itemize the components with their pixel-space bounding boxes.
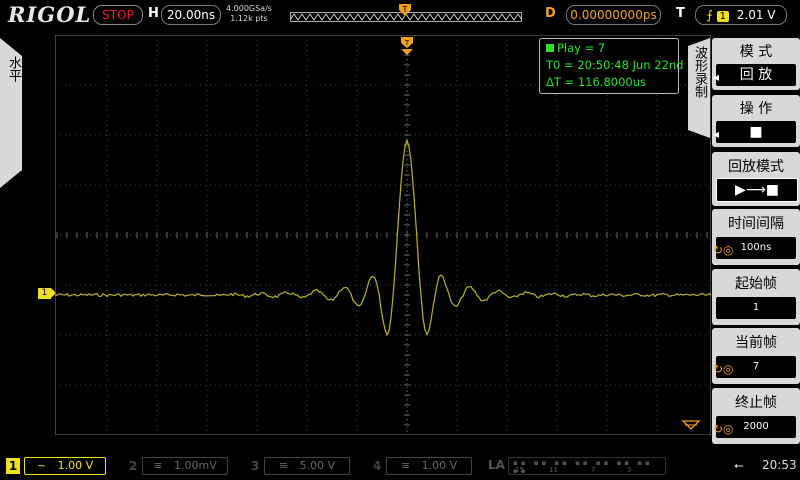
delay-label: D <box>545 6 556 21</box>
trigger-position-marker-top: T <box>399 4 411 16</box>
mode-value: 回 放 <box>739 67 773 83</box>
stop-square-icon: ■ <box>749 124 763 140</box>
playback-mode-value-box: ▶⟶■ <box>716 178 798 202</box>
playback-mode-label: 回放模式 <box>728 159 784 175</box>
waveform-record-menu-title: 波形录制 <box>688 38 710 138</box>
la-tick-15: 15 <box>515 466 524 474</box>
current-frame-value: 7 <box>752 361 760 372</box>
dc-coupling-icon: ≡ <box>400 459 411 472</box>
la-tick-11: 11 <box>549 466 558 474</box>
menu-start-frame-button[interactable]: 起始帧 1 <box>712 269 800 325</box>
channel-3-button[interactable]: 3 <box>248 458 262 474</box>
horizontal-label: H <box>148 6 159 21</box>
timebase-value[interactable]: 20.00ns <box>161 5 221 25</box>
run-stop-status[interactable]: STOP <box>93 5 143 25</box>
playback-info-box: Play = 7 T0 = 20:50:48 Jun 22nd ΔT = 116… <box>539 38 683 94</box>
menu-current-frame-button[interactable]: 当前帧 ↻◎ 7 <box>712 328 800 384</box>
la-tick-7: 7 <box>591 466 596 474</box>
trigger-source: 1 <box>716 11 729 22</box>
svg-text:T: T <box>402 5 408 14</box>
operate-label: 操 作 <box>739 101 773 117</box>
channel-4-button[interactable]: 4 <box>370 458 384 474</box>
arrow-left-icon: ◂ <box>713 127 720 141</box>
la-tick-3: 3 <box>627 466 632 474</box>
dc-coupling-icon: ≡ <box>278 459 289 472</box>
logic-analyzer-label[interactable]: LA <box>488 458 505 472</box>
logic-analyzer-channels[interactable]: ▪▪ ▪▪ ▪▪ ▪▪ ▪▪ ▪▪ ▪▪ ▪▪ 15 11 7 3 <box>508 457 666 475</box>
horizontal-menu-tab[interactable]: 水平 <box>0 38 22 188</box>
end-frame-value: 2000 <box>743 421 769 432</box>
play-once-icon: ▶⟶■ <box>734 182 780 198</box>
acquisition-info: 4.000GSa/s 1.12k pts <box>226 4 272 24</box>
svg-text:T: T <box>404 39 410 47</box>
trigger-label: T <box>676 6 685 21</box>
current-frame-value-box: ↻◎ 7 <box>713 356 796 378</box>
sample-rate: 4.000GSa/s <box>226 4 272 13</box>
play-frame-line: Play = 7 <box>546 41 605 55</box>
rotary-knob-icon: ↻◎ <box>713 362 734 376</box>
mode-value-box: ◂ 回 放 <box>713 64 796 86</box>
play-frame: Play = 7 <box>557 41 606 55</box>
current-frame-label: 当前帧 <box>735 335 777 351</box>
channel-2-button[interactable]: 2 <box>126 458 140 474</box>
rotary-knob-icon: ↻◎ <box>713 243 734 257</box>
dc-coupling-icon: ≡ <box>153 459 163 472</box>
la-bits: ▪▪ ▪▪ ▪▪ ▪▪ ▪▪ ▪▪ ▪▪ ▪▪ <box>513 459 653 475</box>
interval-value-box: ↻◎ 100ns <box>713 237 796 259</box>
mode-label: 模 式 <box>739 44 773 60</box>
menu-end-frame-button[interactable]: 终止帧 ↻◎ 2000 <box>712 388 800 444</box>
start-frame-value-box: 1 <box>716 297 796 319</box>
usb-icon: ⭠ <box>734 458 744 472</box>
channel-1-scale[interactable]: ~ 1.00 V <box>24 457 106 475</box>
play-indicator-icon <box>546 44 554 52</box>
waveform-graticule: T <box>55 35 711 435</box>
trigger-edge-icon: ⨍ <box>706 8 713 22</box>
t0-time: T0 = 20:50:48 Jun 22nd <box>546 58 684 72</box>
menu-interval-button[interactable]: 时间间隔 ↻◎ 100ns <box>712 209 800 265</box>
channel-3-scale[interactable]: ≡ 5.00 V <box>264 457 350 475</box>
operate-value-box: ◂ ■ <box>713 121 796 143</box>
interval-label: 时间间隔 <box>728 216 784 232</box>
memory-depth: 1.12k pts <box>230 14 268 23</box>
arrow-left-icon: ◂ <box>713 70 720 84</box>
end-frame-label: 终止帧 <box>735 395 777 411</box>
channel-2-scale[interactable]: ≡ 1.00mV <box>142 457 228 475</box>
trigger-level: 2.01 V <box>736 8 776 22</box>
channel-1-position-arrow <box>51 288 56 298</box>
start-frame-value: 1 <box>752 302 760 313</box>
channel-1-button[interactable]: 1 <box>6 458 20 474</box>
channel-1-ground-marker[interactable]: 1 <box>38 288 51 299</box>
menu-operate-button[interactable]: 操 作 ◂ ■ <box>712 95 800 147</box>
clock-time: 20:53 <box>762 458 797 472</box>
horizontal-menu-tab-label: 水平 <box>6 56 21 82</box>
interval-value: 100ns <box>740 242 772 253</box>
horizontal-delay-value[interactable]: 0.00000000ps <box>566 5 661 25</box>
end-frame-value-box: ↻◎ 2000 <box>713 416 796 438</box>
menu-title-text: 波形录制 <box>692 46 707 98</box>
delta-t: ΔT = 116.8000us <box>546 75 646 89</box>
start-frame-label: 起始帧 <box>735 276 777 292</box>
menu-mode-button[interactable]: 模 式 ◂ 回 放 <box>712 38 800 90</box>
ac-coupling-icon: ~ <box>36 459 47 472</box>
rigol-logo: RIGOL <box>8 2 92 27</box>
trigger-settings[interactable]: ⨍ 1 2.01 V <box>695 5 787 25</box>
rotary-knob-icon: ↻◎ <box>713 422 734 436</box>
menu-playback-mode-button[interactable]: 回放模式 ▶⟶■ <box>712 152 800 206</box>
channel-4-scale[interactable]: ≡ 1.00 V <box>386 457 472 475</box>
